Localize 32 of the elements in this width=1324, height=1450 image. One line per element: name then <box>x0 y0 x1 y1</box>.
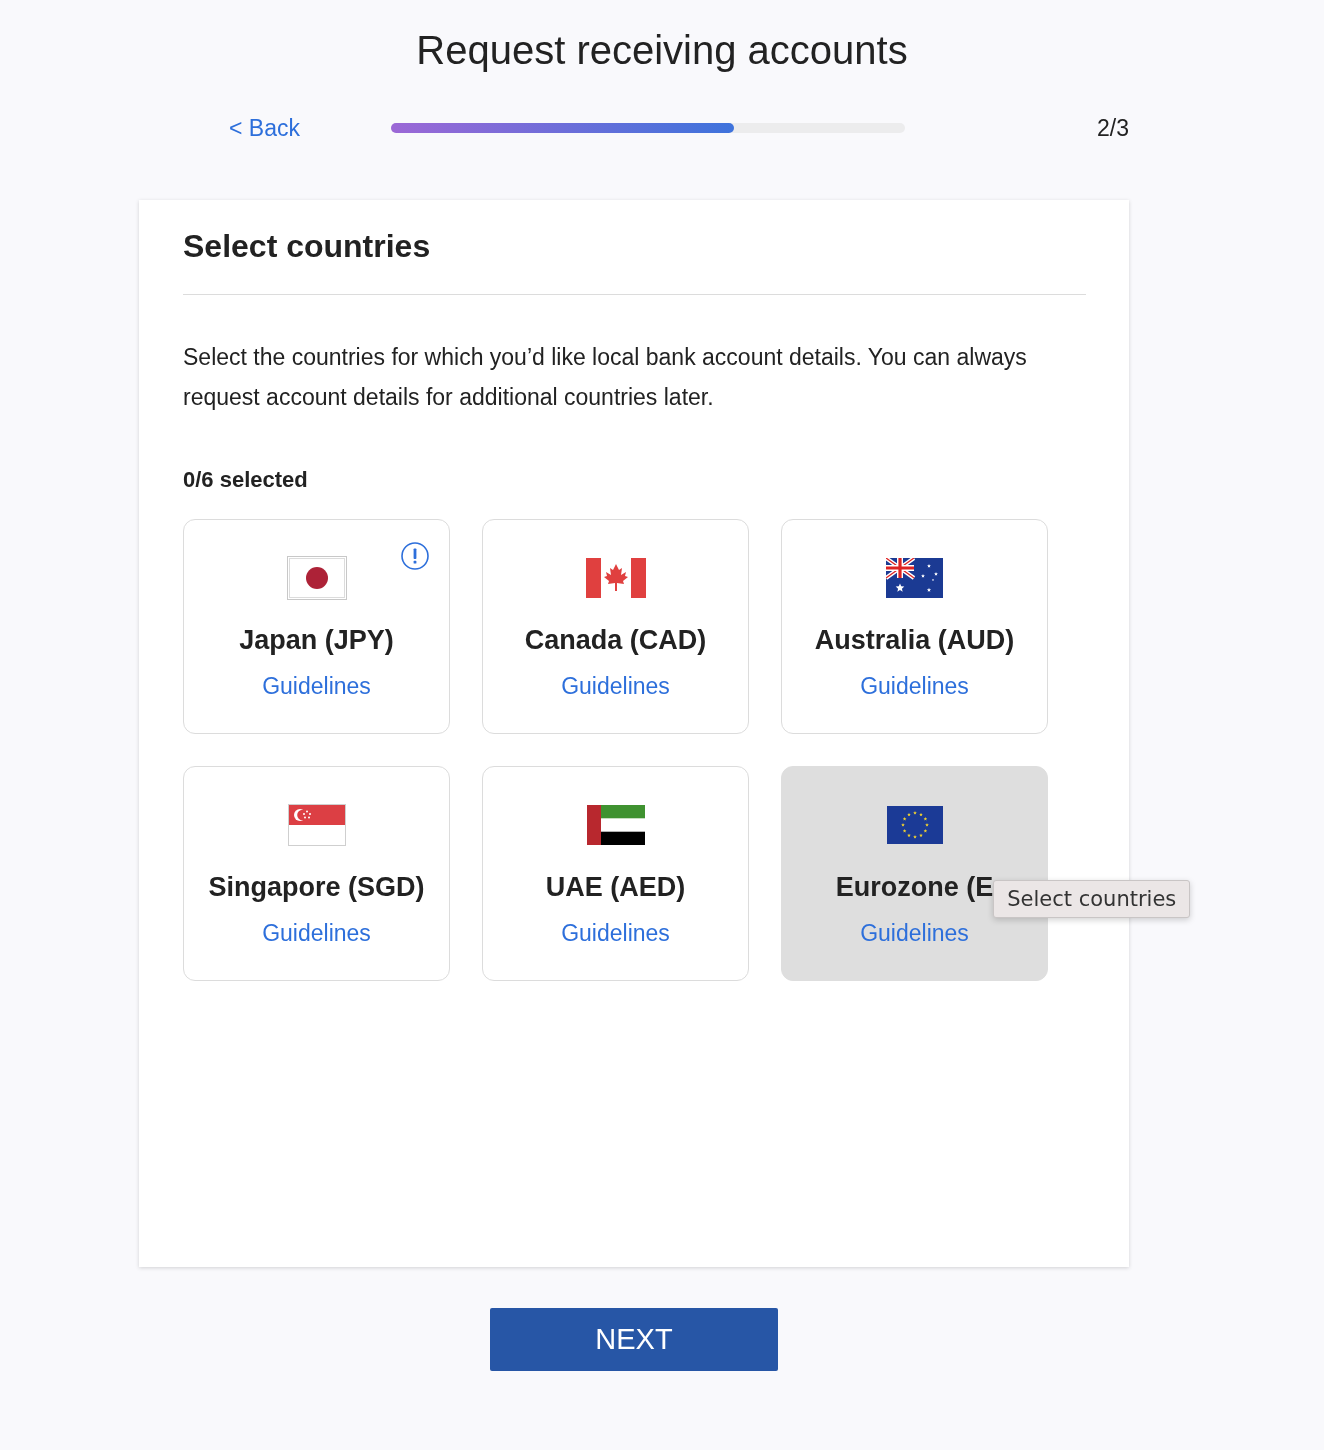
country-tile[interactable]: Canada (CAD) Guidelines <box>482 519 749 734</box>
guidelines-link[interactable]: Guidelines <box>561 671 670 701</box>
back-link[interactable]: < Back <box>229 114 300 141</box>
next-button[interactable]: NEXT <box>490 1308 778 1371</box>
singapore-flag-icon <box>287 804 346 846</box>
country-name: Singapore (SGD) <box>208 871 425 904</box>
section-title: Select countries <box>183 227 432 266</box>
uae-flag-icon <box>586 805 645 845</box>
country-name: UAE (AED) <box>545 871 686 904</box>
australia-flag-icon <box>886 558 943 598</box>
country-tile[interactable]: Singapore (SGD) Guidelines <box>183 766 450 981</box>
guidelines-link[interactable]: Guidelines <box>262 671 371 701</box>
exclamation-circle-icon[interactable] <box>401 542 429 570</box>
country-tile[interactable]: Australia (AUD) Guidelines <box>781 519 1048 734</box>
eu-flag-icon <box>886 806 943 844</box>
country-name: Japan (JPY) <box>239 624 394 657</box>
page-title: Request receiving accounts <box>415 27 909 74</box>
selection-count: 0/6 selected <box>183 466 309 494</box>
country-name: Australia (AUD) <box>814 624 1015 657</box>
step-counter: 2/3 <box>1097 114 1129 142</box>
country-name: Canada (CAD) <box>524 624 707 657</box>
japan-flag-icon <box>286 556 347 600</box>
country-name: Eurozone (E <box>835 871 994 904</box>
tooltip: Select countries <box>993 880 1191 918</box>
guidelines-link[interactable]: Guidelines <box>860 671 969 701</box>
guidelines-link[interactable]: Guidelines <box>561 918 670 948</box>
guidelines-link[interactable]: Guidelines <box>262 918 371 948</box>
country-tile[interactable]: UAE (AED) Guidelines <box>482 766 749 981</box>
canada-flag-icon <box>585 558 646 598</box>
guidelines-link[interactable]: Guidelines <box>860 918 969 948</box>
description-text: Select the countries for which you’d like local bank account details. You can always request account details for additional countries later. <box>183 343 1028 412</box>
country-tile[interactable]: Japan (JPY) Guidelines <box>183 519 450 734</box>
